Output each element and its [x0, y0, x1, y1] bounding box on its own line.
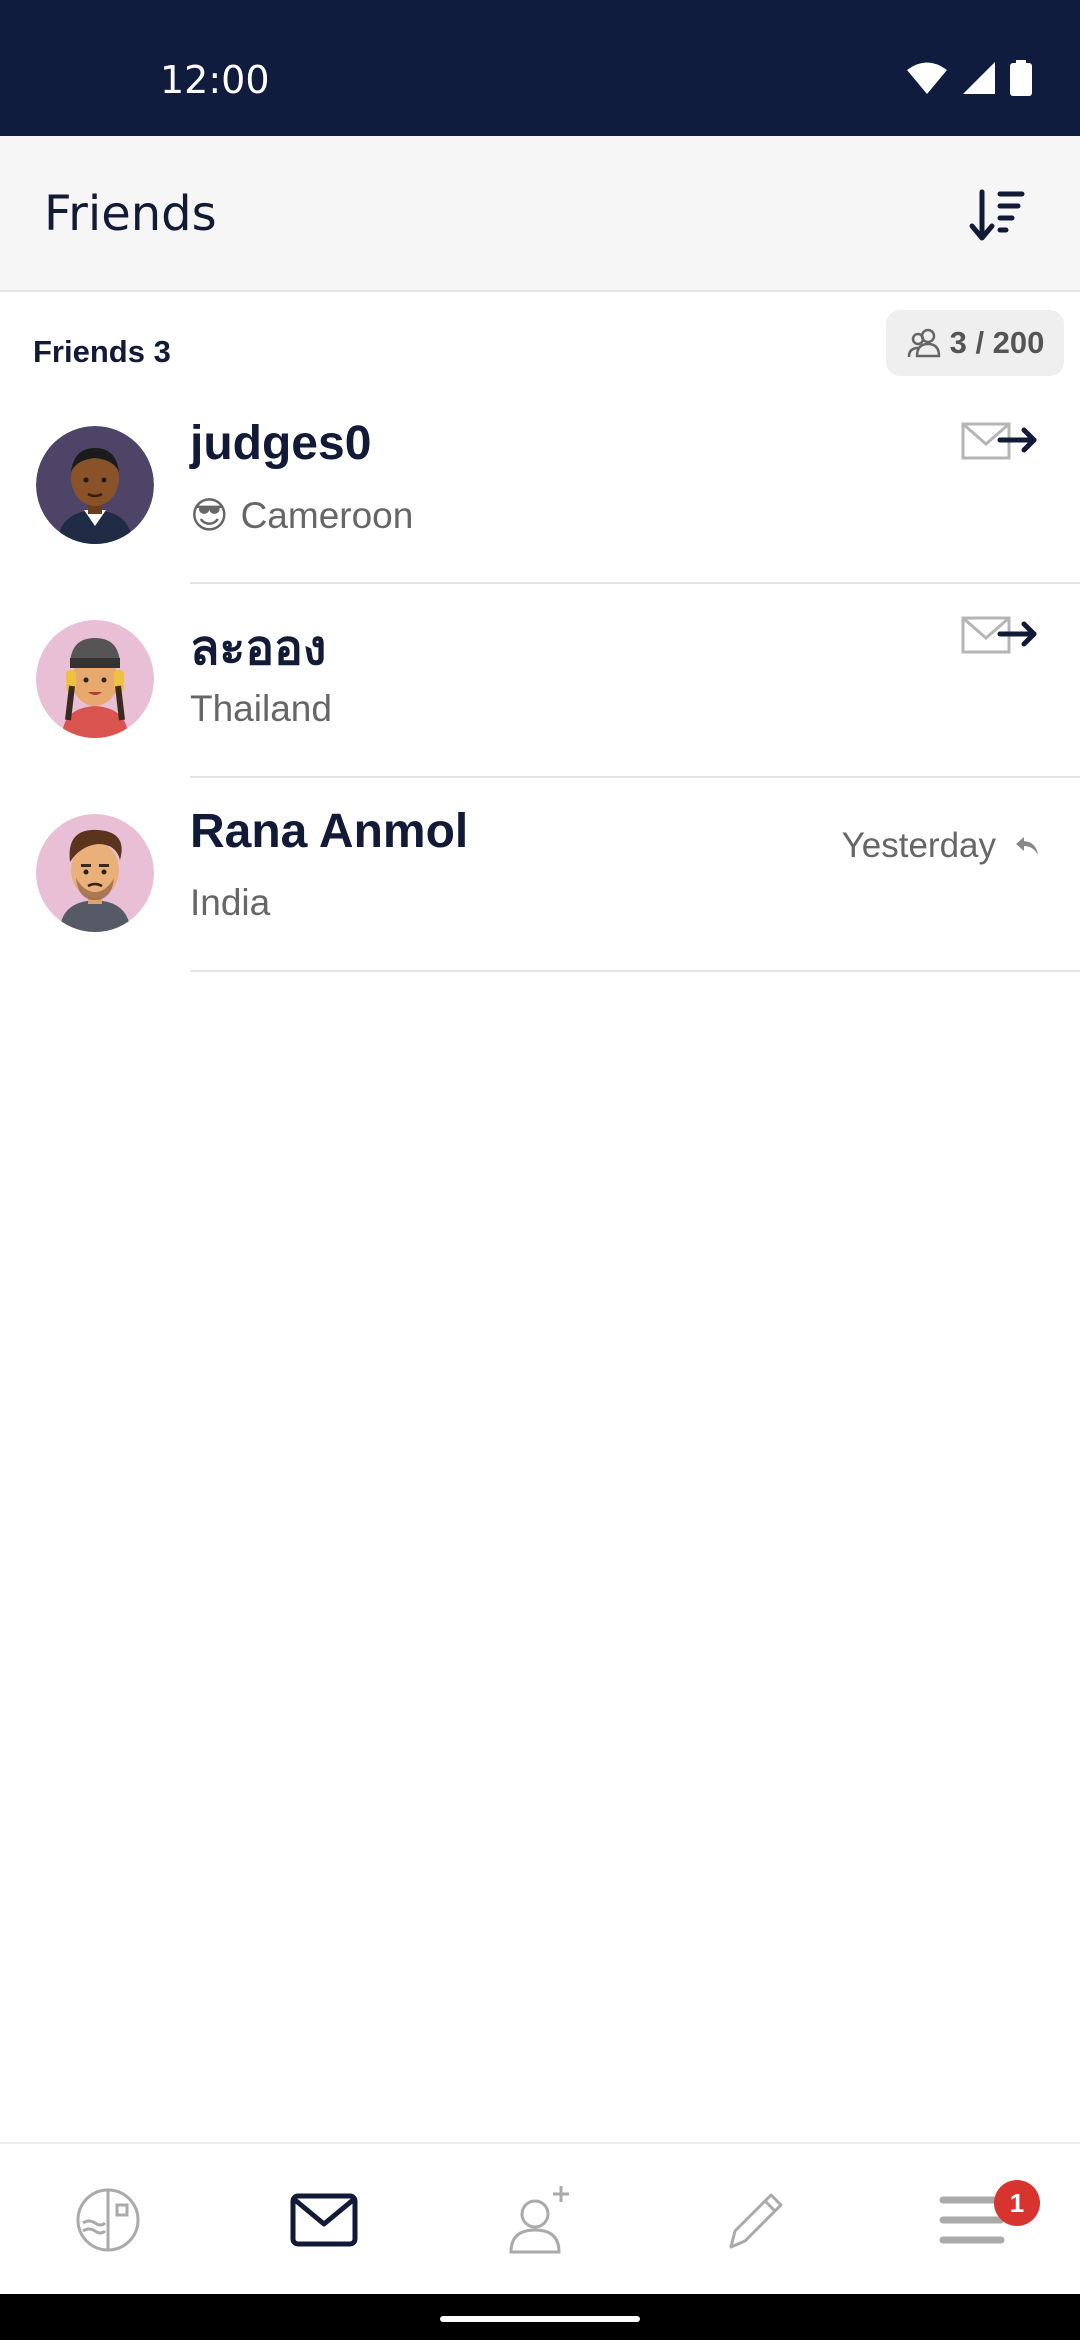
- page-title: Friends: [44, 186, 217, 242]
- home-gesture-handle[interactable]: [440, 2316, 640, 2322]
- people-icon: [907, 328, 940, 358]
- bottom-nav: [0, 2142, 1080, 2294]
- friends-limit-badge: 3 / 200: [886, 310, 1064, 376]
- friend-name: Rana Anmol: [190, 805, 469, 858]
- friend-country: Cameroon: [240, 494, 414, 536]
- compose-icon: [729, 2193, 783, 2249]
- friend-country-line: India: [190, 882, 270, 924]
- sort-button[interactable]: [964, 180, 1036, 252]
- wifi-icon: [907, 62, 947, 94]
- sort-descending-icon: [969, 189, 1025, 241]
- row-divider: [190, 970, 1080, 972]
- friend-country-line: 😎 Cameroon: [190, 494, 413, 537]
- notification-badge: 1: [994, 2180, 1040, 2226]
- friend-country: Thailand: [190, 688, 332, 729]
- signal-icon: [963, 62, 995, 94]
- reply-icon: [1016, 837, 1038, 855]
- last-letter-time: Yesterday: [842, 826, 1040, 866]
- status-bar: 12:00: [0, 0, 1080, 136]
- friend-name: judges0: [190, 417, 372, 470]
- send-letter-button[interactable]: [960, 612, 1040, 662]
- friend-row[interactable]: Rana Anmol India Yesterday: [0, 778, 1080, 972]
- friend-name: ละออง: [190, 622, 327, 675]
- status-time: 12:00: [160, 58, 270, 102]
- add-friend-icon: [509, 2186, 569, 2254]
- last-letter-time-text: Yesterday: [841, 826, 996, 865]
- app-bar: Friends: [0, 136, 1080, 292]
- nav-add-friend[interactable]: [432, 2144, 648, 2296]
- avatar: [36, 814, 154, 932]
- nav-letters[interactable]: [216, 2144, 432, 2296]
- friend-row[interactable]: judges0 😎 Cameroon: [0, 390, 1080, 584]
- avatar: [36, 620, 154, 738]
- friend-country: India: [190, 882, 271, 923]
- nav-menu[interactable]: [864, 2144, 1080, 2296]
- friend-row[interactable]: ละออง Thailand: [0, 584, 1080, 778]
- status-emoji: 😎: [190, 495, 229, 536]
- friends-count-label: Friends 3: [33, 334, 171, 369]
- send-letter-icon: [961, 616, 1037, 654]
- nav-stamps[interactable]: [0, 2144, 216, 2296]
- friend-country-line: Thailand: [190, 688, 332, 730]
- friends-screen: 12:00 Friends Friends 3 3 / 200 judges0 …: [0, 0, 1080, 2340]
- friends-limit-text: 3 / 200: [949, 325, 1045, 360]
- stamps-icon: [76, 2188, 140, 2252]
- letters-icon: [290, 2193, 358, 2247]
- send-letter-button[interactable]: [960, 418, 1040, 468]
- send-letter-icon: [961, 422, 1037, 460]
- avatar: [36, 426, 154, 544]
- battery-icon: [1010, 60, 1032, 96]
- nav-compose[interactable]: [648, 2144, 864, 2296]
- status-icons: [906, 60, 1032, 96]
